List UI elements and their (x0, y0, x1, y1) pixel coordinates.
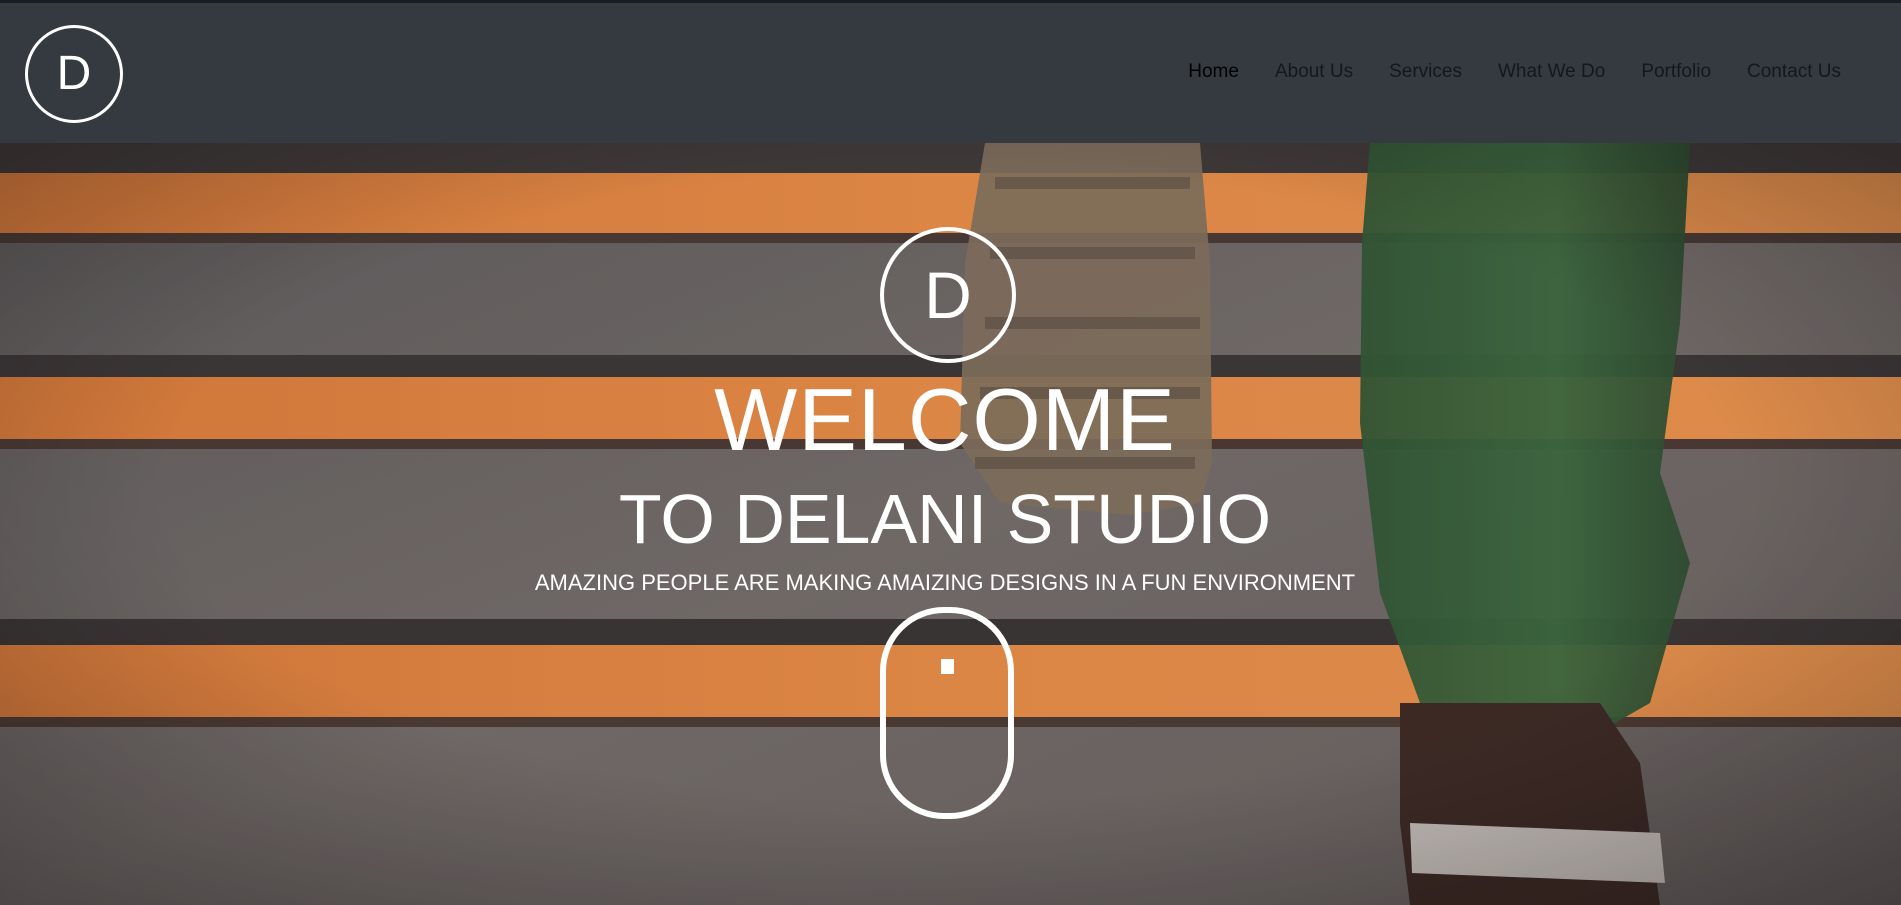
nav-link-home[interactable]: Home (1188, 61, 1239, 83)
navbar: D Home About Us Services What We Do Port… (0, 3, 1901, 143)
hero-section: D WELCOME TO DELANI STUDIO AMAZING PEOPL… (0, 143, 1901, 905)
hero-logo: D (880, 227, 1016, 363)
hero-tagline: AMAZING PEOPLE ARE MAKING AMAIZING DESIG… (534, 570, 1356, 595)
nav-link-about-us[interactable]: About Us (1275, 61, 1353, 83)
nav-link-portfolio[interactable]: Portfolio (1641, 61, 1711, 83)
hero-subtitle: TO DELANI STUDIO (618, 480, 1272, 558)
hero-title: WELCOME (714, 370, 1176, 469)
mouse-scroll-icon[interactable] (880, 607, 1014, 819)
scroll-wheel-dot (941, 659, 954, 674)
page: D Home About Us Services What We Do Port… (0, 0, 1901, 905)
nav-link-what-we-do[interactable]: What We Do (1498, 61, 1605, 83)
nav-menu: Home About Us Services What We Do Portfo… (1188, 61, 1841, 83)
nav-link-contact-us[interactable]: Contact Us (1747, 61, 1841, 83)
nav-link-services[interactable]: Services (1389, 61, 1462, 83)
brand-logo[interactable]: D (25, 25, 123, 123)
